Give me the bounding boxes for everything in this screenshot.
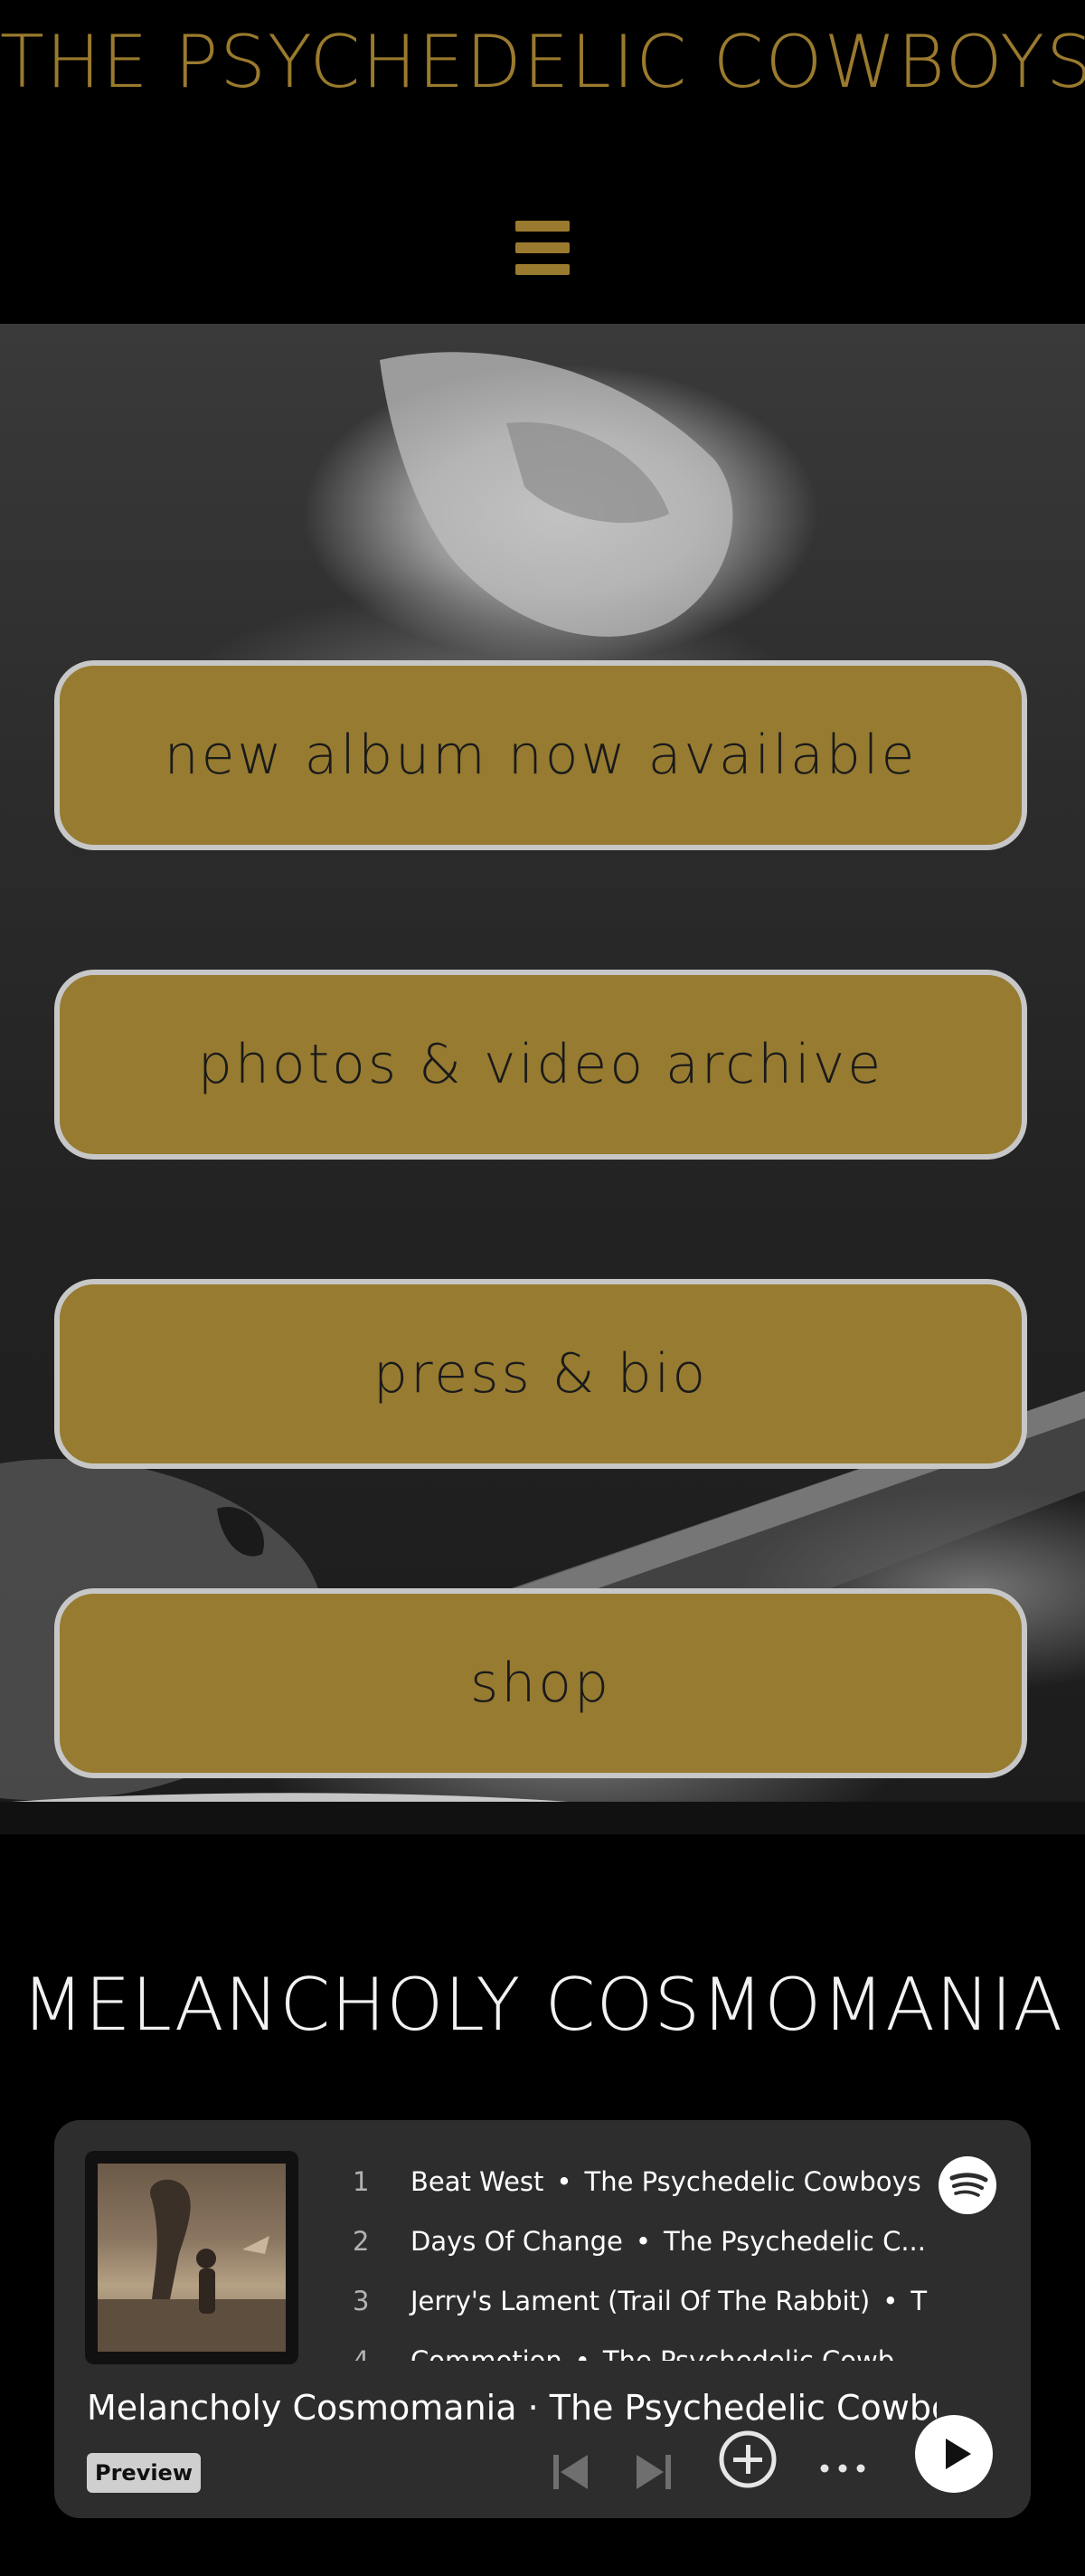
press-bio-button[interactable]: press & bio — [54, 1279, 1027, 1469]
track-title: Beat West — [410, 2166, 544, 2197]
track-number: 4 — [353, 2345, 370, 2361]
new-album-button[interactable]: new album now available — [54, 660, 1027, 850]
track-artist: The Psychedelic C... — [663, 2226, 926, 2257]
spotify-logo-icon[interactable] — [939, 2156, 996, 2214]
track-number: 1 — [353, 2166, 370, 2197]
now-playing-title: Melancholy Cosmomania · The Psychedelic … — [87, 2388, 937, 2428]
track-title: Jerry's Lament (Trail Of The Rabbit) — [410, 2286, 871, 2316]
hero-photo: new album now available photos & video a… — [0, 324, 1085, 1834]
track-artist: The Psychedelic Cowb... — [602, 2345, 920, 2361]
site-title[interactable]: THE PSYCHEDELIC COWBOYS — [0, 20, 1085, 104]
page: THE PSYCHEDELIC COWBOYS new album now av… — [0, 0, 1085, 2576]
track-row[interactable]: 3 Jerry's Lament (Trail Of The Rabbit) •… — [353, 2276, 927, 2326]
add-circle-icon[interactable] — [716, 2428, 779, 2491]
shop-button[interactable]: shop — [54, 1588, 1027, 1778]
skip-next-icon[interactable] — [631, 2449, 676, 2495]
spotify-player: 1 Beat West • The Psychedelic Cowboys 2 … — [54, 2120, 1031, 2518]
play-icon[interactable] — [915, 2415, 993, 2493]
track-row[interactable]: 2 Days Of Change • The Psychedelic C... — [353, 2216, 926, 2267]
preview-badge: Preview — [87, 2453, 201, 2493]
track-title: Commotion — [410, 2345, 562, 2361]
separator-dot: • — [556, 2166, 572, 2197]
track-list: 1 Beat West • The Psychedelic Cowboys 2 … — [54, 2120, 1031, 2361]
separator-dot: • — [574, 2345, 590, 2361]
separator-dot: • — [635, 2226, 651, 2257]
track-artist: T — [910, 2286, 928, 2316]
hamburger-menu-icon[interactable] — [512, 221, 573, 277]
album-title: MELANCHOLY COSMOMANIA — [21, 1963, 1064, 2047]
track-artist: The Psychedelic Cowboys — [584, 2166, 921, 2197]
photos-video-archive-button[interactable]: photos & video archive — [54, 970, 1027, 1160]
skip-previous-icon[interactable] — [548, 2449, 593, 2495]
track-row[interactable]: 4 Commotion • The Psychedelic Cowb... — [353, 2335, 920, 2361]
track-row[interactable]: 1 Beat West • The Psychedelic Cowboys — [353, 2156, 921, 2207]
more-options-icon[interactable] — [817, 2455, 868, 2482]
track-number: 3 — [353, 2286, 370, 2316]
separator-dot: • — [882, 2286, 899, 2316]
track-number: 2 — [353, 2226, 370, 2257]
track-title: Days Of Change — [410, 2226, 623, 2257]
